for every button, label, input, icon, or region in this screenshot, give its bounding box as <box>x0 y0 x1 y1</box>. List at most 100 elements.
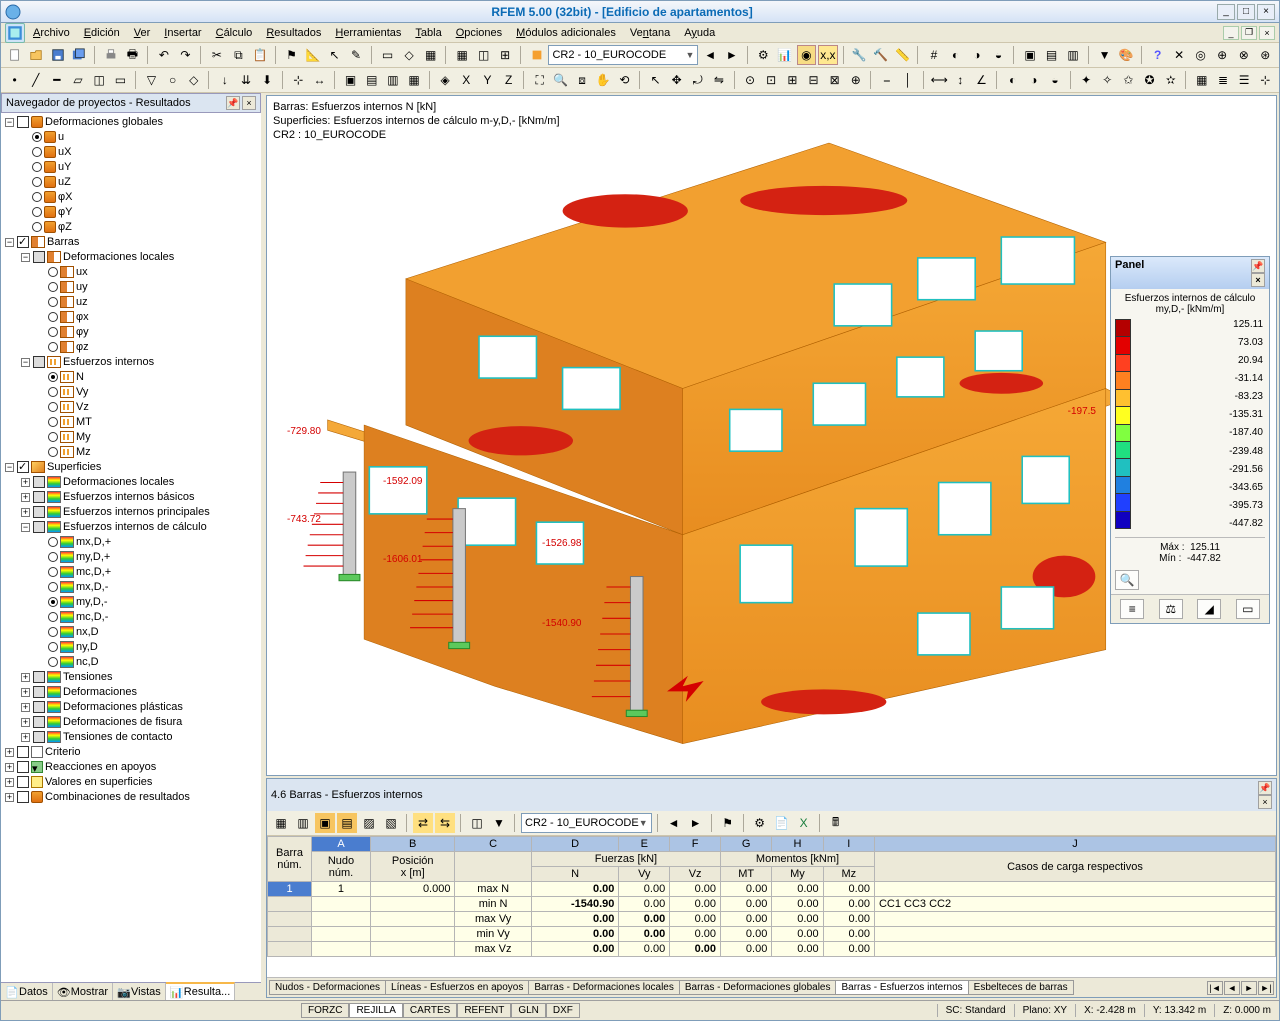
module2-icon[interactable]: ▤ <box>1042 45 1062 65</box>
color-icon[interactable]: 🎨 <box>1116 45 1136 65</box>
status-segment[interactable]: REJILLA <box>349 1003 402 1018</box>
col-D[interactable]: D <box>531 837 619 852</box>
col-E[interactable]: E <box>619 837 670 852</box>
navtab-mostrar[interactable]: 👁Mostrar <box>53 983 113 1000</box>
tbl-filter-icon[interactable]: ▼ <box>489 813 509 833</box>
navigator-pin-icon[interactable]: 📌 <box>226 96 240 110</box>
new-icon[interactable] <box>5 45 25 65</box>
col-A[interactable]: A <box>312 837 371 852</box>
axes-icon[interactable]: ⊹ <box>289 70 308 90</box>
table-tab[interactable]: Barras - Deformaciones globales <box>679 980 837 995</box>
table-close-icon[interactable]: × <box>1258 795 1272 809</box>
panel-title[interactable]: Panel 📌 × <box>1111 257 1269 289</box>
view-y-icon[interactable]: Y <box>478 70 497 90</box>
tbl-btn6-icon[interactable]: ▧ <box>381 813 401 833</box>
release-icon[interactable]: ◇ <box>184 70 203 90</box>
snap3-icon[interactable]: ⊞ <box>783 70 802 90</box>
menu-ventana[interactable]: Ventana <box>624 25 676 41</box>
paste-icon[interactable]: 📋 <box>250 45 270 65</box>
support-icon[interactable]: ▽ <box>142 70 161 90</box>
menu-calculo[interactable]: Cálculo <box>210 25 259 41</box>
tbl-sync2-icon[interactable]: ⇆ <box>435 813 455 833</box>
panel-mode3-icon[interactable]: ◢ <box>1197 599 1221 619</box>
misc2-icon[interactable]: ✧ <box>1098 70 1117 90</box>
panel-close-icon[interactable]: × <box>1251 273 1265 287</box>
table-row[interactable]: max Vz0.000.000.000.000.000.00 <box>268 942 1276 957</box>
misc3-icon[interactable]: ✩ <box>1119 70 1138 90</box>
solid-icon[interactable]: ◫ <box>90 70 109 90</box>
tbl-sync1-icon[interactable]: ⇄ <box>413 813 433 833</box>
panel-zoom-icon[interactable]: 🔍 <box>1115 570 1139 590</box>
menu-archivo[interactable]: Archivo <box>27 25 76 41</box>
maximize-button[interactable]: □ <box>1237 4 1255 20</box>
module3-icon[interactable]: ▥ <box>1063 45 1083 65</box>
col-B[interactable]: B <box>370 837 455 852</box>
load2-icon[interactable]: ⇊ <box>236 70 255 90</box>
render2-icon[interactable]: ▤ <box>362 70 381 90</box>
dim-icon[interactable]: ↔ <box>310 70 329 90</box>
layers-icon[interactable]: ☰ <box>1235 70 1254 90</box>
gen1-icon[interactable]: ◐ <box>1003 70 1022 90</box>
table-loadcase-dropdown[interactable]: CR2 - 10_EUROCODE▼ <box>521 813 652 833</box>
snap5-icon[interactable]: ⊠ <box>825 70 844 90</box>
gen2-icon[interactable]: ◑ <box>1024 70 1043 90</box>
node-icon[interactable]: • <box>5 70 24 90</box>
zoom-in-icon[interactable]: 🔍 <box>551 70 570 90</box>
multi-view-icon[interactable]: ⊞ <box>495 45 515 65</box>
ortho-icon[interactable]: ⊹ <box>1256 70 1275 90</box>
misc4-icon[interactable]: ✪ <box>1140 70 1159 90</box>
tbl-btn2-icon[interactable]: ▥ <box>293 813 313 833</box>
ext2-icon[interactable]: ◎ <box>1191 45 1211 65</box>
marker-icon[interactable]: ✎ <box>346 45 366 65</box>
tbl-opt2-icon[interactable]: 📄 <box>772 813 792 833</box>
misc5-icon[interactable]: ✫ <box>1161 70 1180 90</box>
cursor-icon[interactable]: ↖ <box>325 45 345 65</box>
dim3-icon[interactable]: ∠ <box>972 70 991 90</box>
render3-icon[interactable]: ▥ <box>383 70 402 90</box>
col-G[interactable]: G <box>721 837 772 852</box>
tabnav-prev-icon[interactable]: ◄ <box>1224 981 1240 995</box>
grid-icon[interactable]: ▦ <box>452 45 472 65</box>
hinge-icon[interactable]: ○ <box>163 70 182 90</box>
render-icon[interactable]: ◐ <box>946 45 966 65</box>
mdi-restore-button[interactable]: ❐ <box>1241 26 1257 40</box>
close-button[interactable]: × <box>1257 4 1275 20</box>
status-segment[interactable]: FORZC <box>301 1003 349 1018</box>
status-segment[interactable]: CARTES <box>403 1003 457 1018</box>
tbl-flag-icon[interactable]: ⚑ <box>718 813 738 833</box>
menu-resultados[interactable]: Resultados <box>260 25 327 41</box>
ext5-icon[interactable]: ⊛ <box>1256 45 1276 65</box>
rotate-icon[interactable]: ⟲ <box>615 70 634 90</box>
misc1-icon[interactable]: ✦ <box>1077 70 1096 90</box>
tbl-excel-icon[interactable]: X <box>794 813 814 833</box>
surface-icon[interactable]: ▱ <box>68 70 87 90</box>
print-preview-icon[interactable]: 🖶 <box>123 45 143 65</box>
tbl-btn4-icon[interactable]: ▤ <box>337 813 357 833</box>
navigator-tree[interactable]: −Deformaciones globales u uX uY uZ φX φY… <box>1 113 261 982</box>
views-icon[interactable]: ◫ <box>474 45 494 65</box>
snap4-icon[interactable]: ⊟ <box>804 70 823 90</box>
view-x-icon[interactable]: X <box>457 70 476 90</box>
print-icon[interactable] <box>101 45 121 65</box>
status-segment[interactable]: GLN <box>511 1003 546 1018</box>
tbl-calc-icon[interactable]: 🖩 <box>826 813 846 833</box>
tabnav-next-icon[interactable]: ► <box>1241 981 1257 995</box>
col-J[interactable]: J <box>874 837 1275 852</box>
navtab-vistas[interactable]: 📷Vistas <box>113 983 166 1000</box>
select-poly-icon[interactable]: ◇ <box>399 45 419 65</box>
tbl-opt1-icon[interactable]: ⚙ <box>750 813 770 833</box>
module1-icon[interactable]: ▣ <box>1020 45 1040 65</box>
next-icon[interactable]: ► <box>722 45 742 65</box>
menu-ayuda[interactable]: Ayuda <box>678 25 721 41</box>
tbl-btn3-icon[interactable]: ▣ <box>315 813 335 833</box>
app-menu-icon[interactable] <box>5 23 25 43</box>
ucs1-icon[interactable]: ⎯ <box>877 70 896 90</box>
save-all-icon[interactable] <box>70 45 90 65</box>
tbl-btn5-icon[interactable]: ▨ <box>359 813 379 833</box>
cursor2-icon[interactable]: ↖ <box>646 70 665 90</box>
mdi-minimize-button[interactable]: _ <box>1223 26 1239 40</box>
menu-modulos[interactable]: Módulos adicionales <box>510 25 622 41</box>
line-icon[interactable]: ╱ <box>26 70 45 90</box>
tbl-next-icon[interactable]: ► <box>686 813 706 833</box>
minimize-button[interactable]: _ <box>1217 4 1235 20</box>
